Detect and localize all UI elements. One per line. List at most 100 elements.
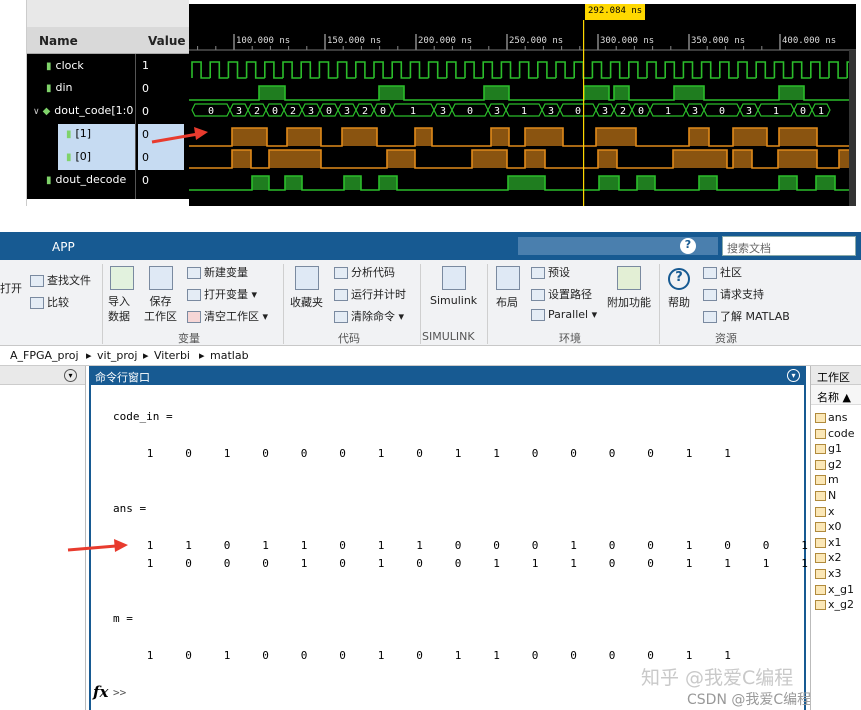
variable-icon <box>815 537 826 548</box>
save-workspace-button[interactable]: 保存 工作区 <box>144 294 177 324</box>
dout-decode-waveform-fill <box>637 176 655 190</box>
bus-value-label: 2 <box>254 106 260 117</box>
signal-row-dout-code[interactable]: ∨ ◆ dout_code[1:0] <box>33 104 134 126</box>
output-value: 1 <box>146 557 154 570</box>
help-circle-icon: ? <box>668 268 690 290</box>
request-support-button[interactable]: 请求支持 <box>703 286 764 302</box>
signal-row-bit0[interactable]: ▮ [0] <box>66 150 91 172</box>
cursor-time-label[interactable]: 292.084 ns <box>585 4 646 20</box>
open-variable-button[interactable]: 打开变量 ▾ <box>187 286 257 302</box>
analyze-code-button[interactable]: 分析代码 <box>334 264 395 280</box>
output-value: 0 <box>531 447 539 460</box>
workspace-variable[interactable]: ans <box>815 411 847 424</box>
compare-button[interactable]: 比较 <box>30 294 69 310</box>
output-value: 1 <box>223 447 231 460</box>
bus-value-label: 3 <box>692 106 698 117</box>
chevron-right-icon: ▸ <box>143 349 149 362</box>
import-data-button[interactable]: 导入 数据 <box>108 294 130 324</box>
breadcrumb-item[interactable]: vit_proj <box>97 349 137 362</box>
output-value: 1 <box>493 649 500 662</box>
workspace-variable[interactable]: x2 <box>815 551 842 564</box>
run-and-time-button[interactable]: 运行并计时 <box>334 286 406 302</box>
workspace-variable[interactable]: x <box>815 505 835 518</box>
command-prompt[interactable]: >> <box>113 686 126 699</box>
signal-list-header: Name Value <box>27 27 189 54</box>
divider <box>283 264 284 344</box>
favorites-button[interactable]: 收藏夹 <box>290 294 323 310</box>
help-icon[interactable]: ? <box>680 238 696 254</box>
app-tab[interactable]: APP <box>52 240 75 254</box>
label: 分析代码 <box>351 266 395 279</box>
bit0-waveform-fill <box>387 150 415 168</box>
breadcrumb-item[interactable]: A_FPGA_proj <box>10 349 79 362</box>
analyze-code-icon <box>334 267 348 279</box>
waveform-canvas[interactable]: 100.000 ns 150.000 ns 200.000 ns 250.000 ns… <box>189 4 861 206</box>
waveform-toolbar-area <box>27 0 189 27</box>
community-button[interactable]: 社区 <box>703 264 742 280</box>
search-docs-input[interactable]: 搜索文档 <box>722 236 856 256</box>
preferences-button[interactable]: 预设 <box>531 264 570 280</box>
din-waveform-fill <box>379 86 404 100</box>
label: 了解 MATLAB <box>720 310 790 323</box>
label: 比较 <box>47 296 69 309</box>
output-value: 0 <box>223 539 231 552</box>
panel-menu-icon[interactable]: ▾ <box>787 369 800 382</box>
workspace-variable[interactable]: x_g2 <box>815 598 854 611</box>
parallel-button[interactable]: Parallel ▾ <box>531 308 597 321</box>
learn-matlab-button[interactable]: 了解 MATLAB <box>703 308 790 324</box>
signal-row-clock[interactable]: ▮ clock <box>46 59 84 81</box>
label: 清空工作区 ▾ <box>204 310 269 323</box>
set-path-button[interactable]: 设置路径 <box>531 286 592 302</box>
workspace-variable[interactable]: N <box>815 489 836 502</box>
find-files-button[interactable]: 查找文件 <box>30 272 91 288</box>
breadcrumb-item[interactable]: Viterbi <box>154 349 190 362</box>
output-value: 0 <box>339 539 346 552</box>
output-value: 0 <box>454 557 462 570</box>
bit0-waveform-fill <box>232 150 251 168</box>
clear-workspace-button[interactable]: 清空工作区 ▾ <box>187 308 268 324</box>
signal-row-dout-decode[interactable]: ▮ dout_decode <box>46 173 126 195</box>
red-arrow-annotation <box>67 539 128 552</box>
new-variable-button[interactable]: 新建变量 <box>187 264 248 280</box>
output-value: 0 <box>531 539 539 552</box>
help-button[interactable]: 帮助 <box>668 294 690 310</box>
command-window[interactable]: code_in = 1010001011000011 ans = 1101101… <box>89 385 811 710</box>
open-button[interactable]: 打开 <box>0 280 22 296</box>
output-value: 1 <box>185 539 192 552</box>
variable-icon <box>815 491 826 501</box>
workspace-variable[interactable]: x3 <box>815 567 842 580</box>
variable-name: x3 <box>828 567 842 580</box>
bus-value-label: 1 <box>665 106 671 117</box>
signal-value: 0 <box>142 151 149 164</box>
output-value: 0 <box>608 447 616 460</box>
workspace-variable[interactable]: x1 <box>815 536 842 549</box>
variable-name: code <box>828 426 855 440</box>
bit0-waveform-fill <box>778 150 817 168</box>
time-tick-label: 150.000 ns <box>327 36 381 46</box>
addons-button[interactable]: 附加功能 <box>607 294 651 310</box>
signal-row-bit1[interactable]: ▮ [1] <box>66 127 91 149</box>
workspace-variable[interactable]: x_g1 <box>815 583 854 596</box>
output-value: 0 <box>570 447 577 460</box>
workspace-variable[interactable]: code <box>815 427 855 440</box>
simulink-button[interactable]: Simulink <box>430 294 477 307</box>
time-tick-label: 100.000 ns <box>236 36 290 46</box>
workspace-variable[interactable]: x0 <box>815 520 842 533</box>
signal-row-din[interactable]: ▮ din <box>46 81 73 103</box>
output-value: 1 <box>146 539 154 552</box>
bus-value-label: 3 <box>440 106 446 117</box>
workspace-variable[interactable]: m <box>815 473 839 486</box>
workspace-variable[interactable]: g2 <box>815 458 842 471</box>
clear-commands-button[interactable]: 清除命令 ▾ <box>334 308 404 324</box>
workspace-column-header[interactable]: 名称 ▲ <box>811 385 861 405</box>
output-value: 1 <box>223 649 231 662</box>
variable-name: x0 <box>828 520 842 534</box>
variable-icon <box>815 444 826 455</box>
breadcrumb-item[interactable]: matlab <box>210 349 249 362</box>
layout-button[interactable]: 布局 <box>496 294 518 310</box>
bit0-waveform-fill <box>525 150 545 168</box>
workspace-variable[interactable]: g1 <box>815 442 842 455</box>
panel-menu-icon[interactable]: ▾ <box>64 369 77 382</box>
dout-decode-waveform-fill <box>252 176 269 190</box>
signal-name: [1] <box>75 127 92 140</box>
